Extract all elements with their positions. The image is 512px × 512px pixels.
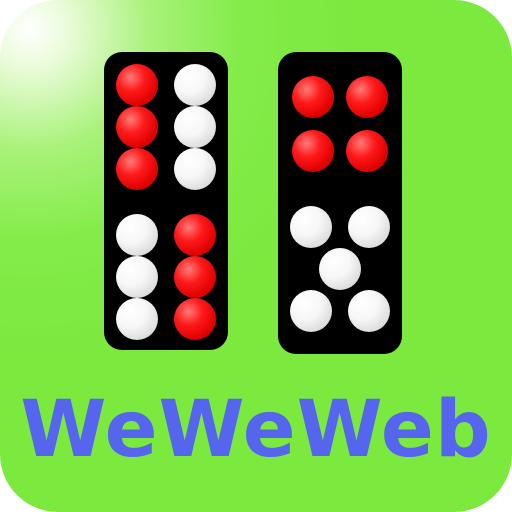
white-pip [348, 290, 390, 332]
white-pip [116, 256, 158, 298]
white-pip [116, 214, 158, 256]
white-pip [290, 206, 332, 248]
white-pip [290, 290, 332, 332]
white-pip [116, 298, 158, 340]
white-pip [174, 106, 216, 148]
red-pip [346, 130, 388, 172]
red-pip [292, 130, 334, 172]
red-pip [346, 76, 388, 118]
domino-tile-left [104, 52, 228, 350]
red-pip [174, 214, 216, 256]
app-icon: WeWeWeb [0, 0, 512, 512]
white-pip [174, 64, 216, 106]
white-pip [174, 148, 216, 190]
red-pip [116, 64, 158, 106]
red-pip [292, 76, 334, 118]
white-pip [348, 206, 390, 248]
red-pip [174, 298, 216, 340]
domino-tile-right [278, 52, 402, 354]
red-pip [116, 106, 158, 148]
white-pip [319, 248, 361, 290]
red-pip [116, 148, 158, 190]
red-pip [174, 256, 216, 298]
brand-name: WeWeWeb [20, 385, 492, 475]
